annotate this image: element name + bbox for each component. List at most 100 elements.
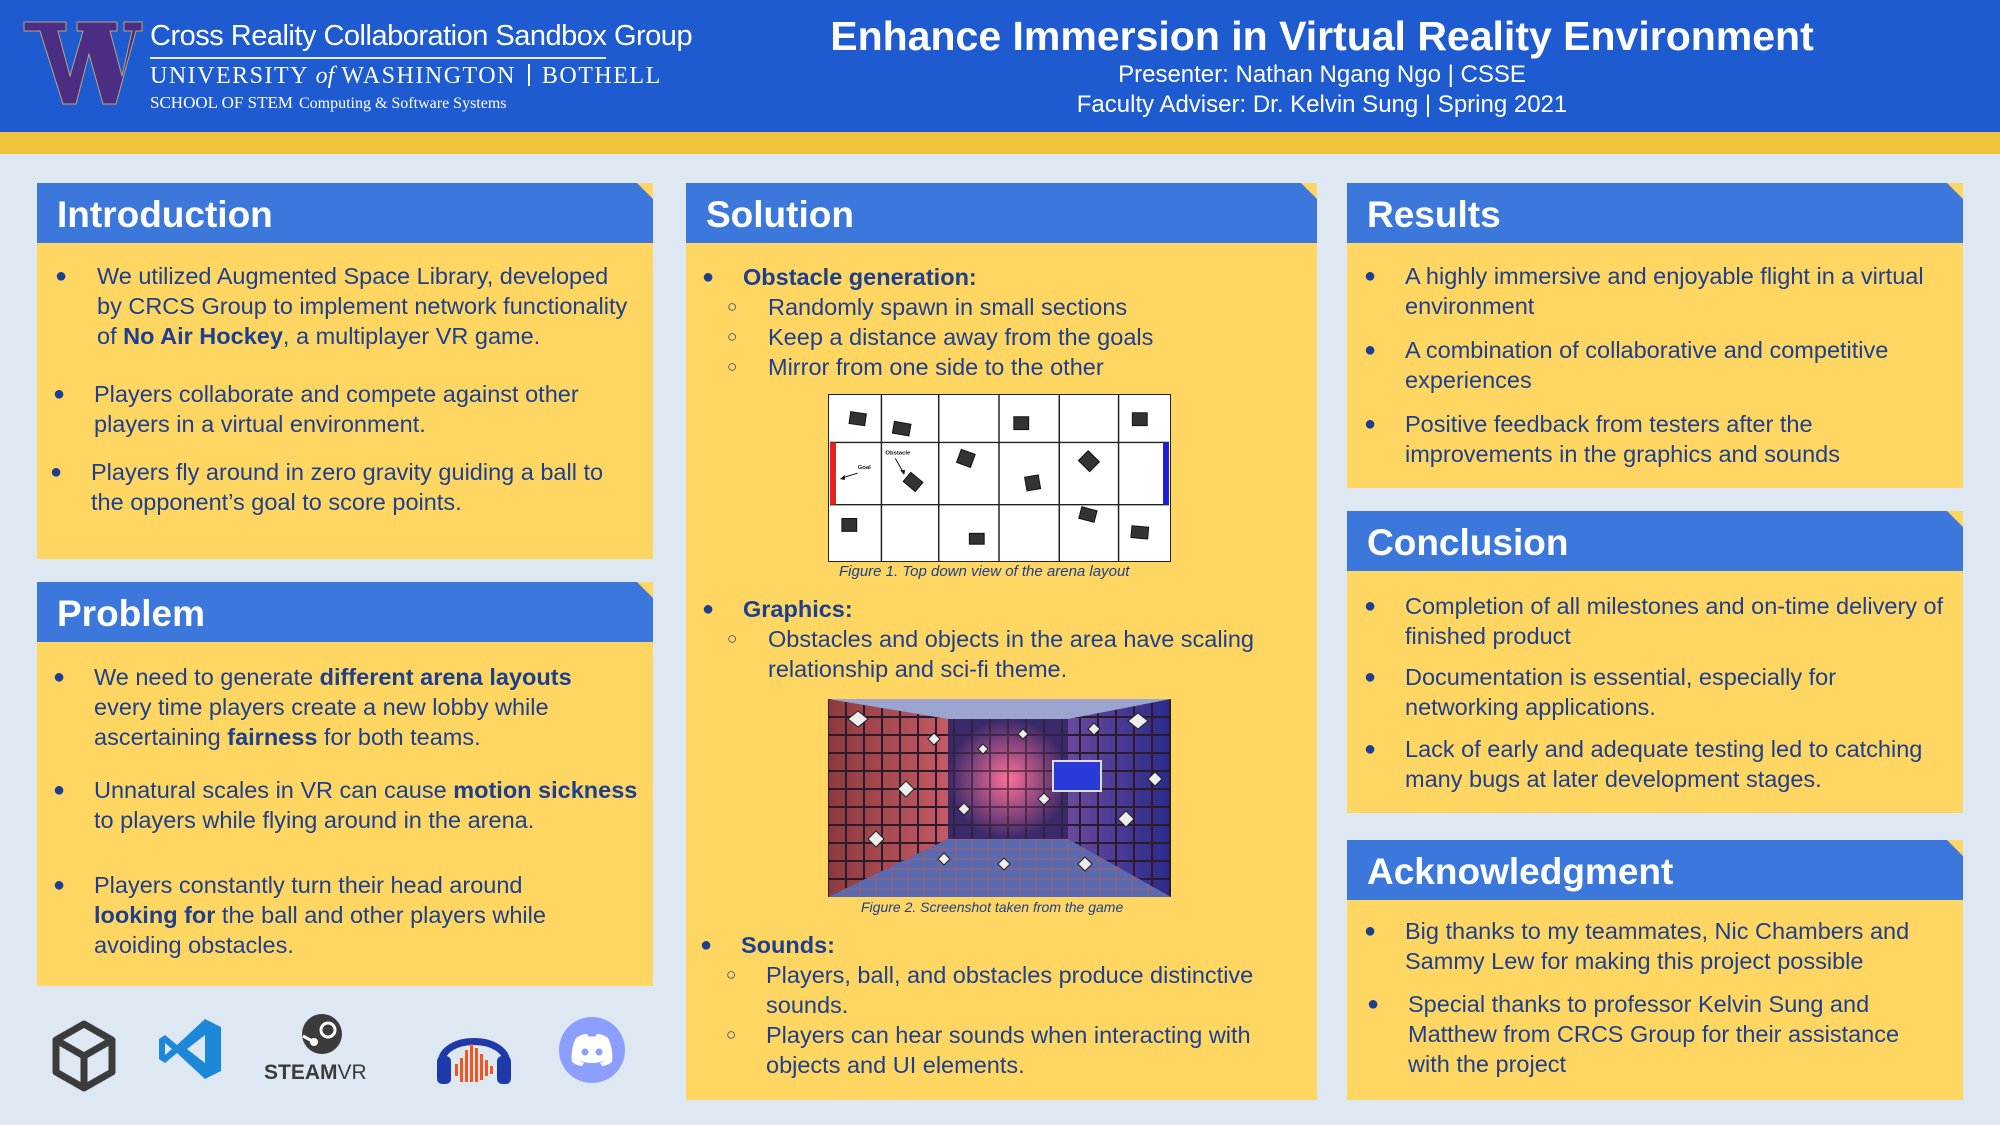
visual-studio-code-icon <box>159 1019 221 1079</box>
washington-word: WASHINGTON <box>341 63 516 89</box>
bullet-icon: ● <box>50 461 63 483</box>
acknowledgment-panel: Acknowledgment ● Big thanks to my teamma… <box>1347 840 1963 1100</box>
problem-item-1-text-end: for both teams. <box>317 724 481 750</box>
obstacles <box>841 411 1150 545</box>
bullet-icon: ● <box>53 779 66 801</box>
introduction-panel: Introduction ● We utilized Augmented Spa… <box>37 183 653 559</box>
results-title: Results <box>1367 194 1501 235</box>
figure-2-caption: Figure 2. Screenshot taken from the game <box>861 899 1124 915</box>
bullet-icon: ● <box>702 598 715 620</box>
problem-item-2-text: Unnatural scales in VR can cause <box>94 777 454 803</box>
header-gold-band <box>0 132 2000 154</box>
problem-item-1: We need to generate different arena layo… <box>94 662 634 752</box>
bullet-icon: ● <box>1364 413 1377 435</box>
solution-header: Solution <box>686 183 1317 243</box>
group-name: Cross Reality Collaboration Sandbox Grou… <box>150 20 693 52</box>
bullet-icon: ● <box>1364 265 1377 287</box>
conclusion-body: ● Completion of all milestones and on-ti… <box>1347 571 1963 813</box>
presenter-line: Presenter: Nathan Ngang Ngo | CSSE <box>1118 61 1526 88</box>
bullet-icon: ● <box>53 666 66 688</box>
bullet-icon: ● <box>53 383 66 405</box>
graphics-item-1: Obstacles and objects in the area have s… <box>768 626 1254 682</box>
obstacle-arrowhead <box>900 470 906 476</box>
obstacle-item-3: Mirror from one side to the other <box>768 354 1104 380</box>
bullet-icon: ● <box>700 934 713 956</box>
results-item-2: A combination of collaborative and compe… <box>1405 337 1889 393</box>
steamvr-icon: STEAMVR <box>264 1014 367 1084</box>
acknowledgment-title: Acknowledgment <box>1367 851 1674 892</box>
poster-title: Enhance Immersion in Virtual Reality Env… <box>830 13 1814 59</box>
arena-grid <box>830 395 1169 561</box>
discord-icon <box>559 1017 625 1083</box>
problem-body: ● We need to generate different arena la… <box>37 642 653 986</box>
bullet-icon: ● <box>1364 595 1377 617</box>
acknowledgment-item-2: Special thanks to professor Kelvin Sung … <box>1408 991 1900 1077</box>
arena-layout-figure: Goal Obstacle <box>828 394 1171 562</box>
sub-bullet-icon: ○ <box>727 297 738 316</box>
conclusion-title: Conclusion <box>1367 522 1569 563</box>
university-word: UNIVERSITY <box>150 63 309 89</box>
title-block: Enhance Immersion in Virtual Reality Env… <box>680 12 1964 120</box>
problem-item-1-bold: different arena layouts <box>319 664 572 690</box>
of-word: of <box>315 63 335 89</box>
sub-bullet-icon: ○ <box>727 357 738 376</box>
steamvr-label: STEAMVR <box>264 1061 367 1084</box>
bullet-icon: ● <box>1367 993 1380 1015</box>
problem-item-3-bold: looking for <box>94 902 216 928</box>
obstacle-item-1: Randomly spawn in small sections <box>768 294 1128 320</box>
results-header: Results <box>1347 183 1963 243</box>
results-panel: Results ● A highly immersive and enjoyab… <box>1347 183 1963 488</box>
solution-title: Solution <box>706 194 854 235</box>
game-screenshot-figure <box>828 699 1171 897</box>
problem-item-3-text: Players constantly turn their head aroun… <box>94 872 523 898</box>
introduction-title: Introduction <box>57 194 273 235</box>
intro-item-3: Players fly around in zero gravity guidi… <box>91 459 604 515</box>
acknowledgment-header: Acknowledgment <box>1347 840 1963 900</box>
crcs-logo-text: Cross Reality Collaboration Sandbox Grou… <box>150 20 693 113</box>
department-name: Computing & Software Systems <box>298 95 507 112</box>
graphics-heading: Graphics: <box>743 596 853 622</box>
intro-item-1-text-end: , a multiplayer VR game. <box>282 323 541 349</box>
results-item-3: Positive feedback from testers after the… <box>1405 411 1840 467</box>
sub-bullet-icon: ○ <box>727 327 738 346</box>
acknowledgment-item-1: Big thanks to my teammates, Nic Chambers… <box>1405 918 1910 974</box>
sounds-item-1: Players, ball, and obstacles produce dis… <box>766 962 1254 1018</box>
bullet-icon: ● <box>53 874 66 896</box>
results-body: ● A highly immersive and enjoyable fligh… <box>1347 243 1963 488</box>
intro-item-2: Players collaborate and compete against … <box>94 381 579 437</box>
bullet-icon: ● <box>1364 666 1377 688</box>
blue-goal <box>1163 442 1169 505</box>
problem-item-1-bold-2: fairness <box>227 724 318 750</box>
adviser-line: Faculty Adviser: Dr. Kelvin Sung | Sprin… <box>1076 91 1568 118</box>
results-item-1: A highly immersive and enjoyable flight … <box>1405 263 1924 319</box>
conclusion-item-3: Lack of early and adequate testing led t… <box>1405 736 1923 792</box>
introduction-header: Introduction <box>37 183 653 243</box>
poster-header: Cross Reality Collaboration Sandbox Grou… <box>0 0 2000 132</box>
sounds-heading: Sounds: <box>741 932 835 958</box>
obstacle-annotation: Obstacle <box>885 450 911 456</box>
problem-item-3: Players constantly turn their head aroun… <box>94 870 604 960</box>
school-name: SCHOOL OF STEM Computing & Software Syste… <box>150 93 692 113</box>
problem-header: Problem <box>37 582 653 642</box>
problem-title: Problem <box>57 593 206 634</box>
bullet-icon: ● <box>1364 920 1377 942</box>
figure-1-caption: Figure 1. Top down view of the arena lay… <box>839 563 1130 580</box>
introduction-body: ● We utilized Augmented Space Library, d… <box>37 243 653 559</box>
conclusion-item-2: Documentation is essential, especially f… <box>1405 664 1837 720</box>
conclusion-panel: Conclusion ● Completion of all milestone… <box>1347 511 1963 813</box>
conclusion-item-1: Completion of all milestones and on-time… <box>1405 593 1944 649</box>
bullet-icon: ● <box>55 265 68 287</box>
unity-icon <box>52 1020 116 1092</box>
logo-divider <box>150 57 606 59</box>
sub-bullet-icon: ○ <box>727 629 738 648</box>
bothell-word: BOTHELL <box>541 63 662 89</box>
obstacle-item-2: Keep a distance away from the goals <box>768 324 1154 350</box>
goal-arrowhead <box>839 475 845 480</box>
bullet-icon: ● <box>1364 339 1377 361</box>
red-goal <box>830 442 836 505</box>
conclusion-header: Conclusion <box>1347 511 1963 571</box>
sub-bullet-icon: ○ <box>726 965 737 984</box>
school-of-stem: SCHOOL OF STEM <box>150 93 293 112</box>
university-name: UNIVERSITY of WASHINGTON BOTHELL <box>150 63 692 90</box>
obstacle-arrow <box>894 457 904 473</box>
